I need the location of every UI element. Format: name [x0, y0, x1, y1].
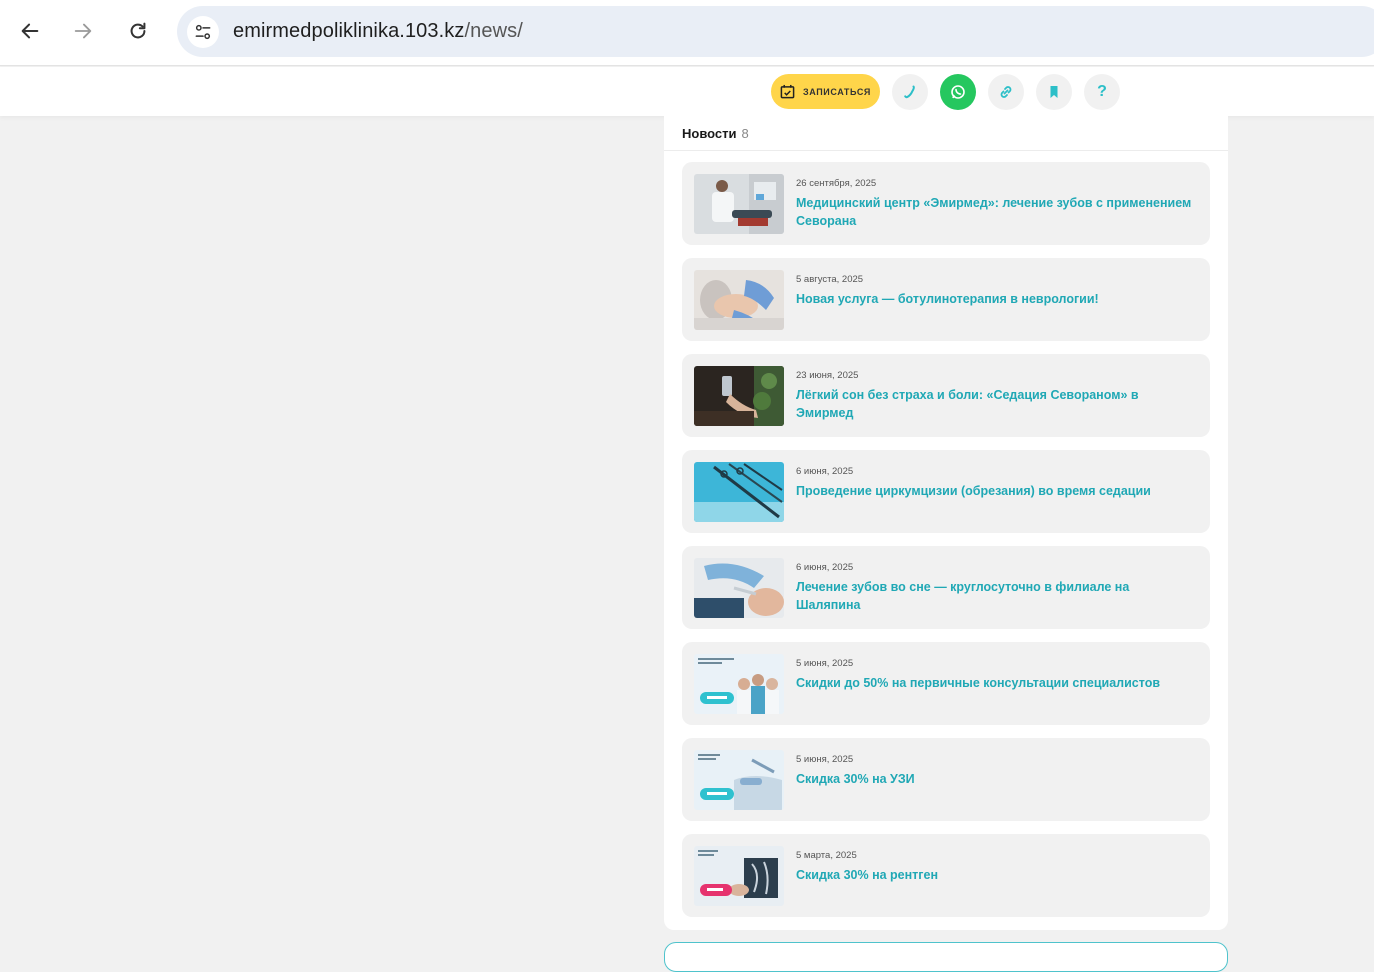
- news-date: 5 августа, 2025: [796, 274, 864, 285]
- whatsapp-icon: [951, 85, 965, 99]
- news-thumbnail[interactable]: [694, 462, 784, 522]
- news-date: 6 июня, 2025: [796, 562, 854, 573]
- help-button[interactable]: ?: [1084, 74, 1120, 110]
- news-title-link[interactable]: Проведение циркумцизии (обрезания) во вр…: [796, 482, 1196, 500]
- bookmark-button[interactable]: [1036, 74, 1072, 110]
- next-section-card: [664, 942, 1228, 972]
- news-title-link[interactable]: Скидки до 50% на первичные консультации …: [796, 674, 1196, 692]
- reload-button[interactable]: [121, 14, 155, 48]
- share-link-button[interactable]: [988, 74, 1024, 110]
- news-item[interactable]: 23 июня, 2025 Лёгкий сон без страха и бо…: [682, 354, 1210, 437]
- url-path: /news/: [464, 20, 523, 42]
- news-date: 5 июня, 2025: [796, 754, 854, 765]
- arrow-left-icon: [21, 23, 39, 39]
- back-button[interactable]: [13, 14, 47, 48]
- news-heading: Новости: [682, 125, 737, 141]
- news-date: 26 сентября, 2025: [796, 178, 877, 189]
- injection-photo-image: [694, 270, 784, 330]
- news-item[interactable]: 6 июня, 2025 Проведение циркумцизии (обр…: [682, 450, 1210, 533]
- phone-button[interactable]: [892, 74, 928, 110]
- bookmark-icon: [1050, 86, 1058, 98]
- news-item[interactable]: 5 августа, 2025 Новая услуга — ботулинот…: [682, 258, 1210, 341]
- browser-toolbar: emirmedpoliklinika.103.kz/news/: [0, 0, 1374, 66]
- news-count: 8: [741, 125, 749, 141]
- site-settings-button[interactable]: [187, 15, 219, 48]
- link-icon: [1000, 86, 1012, 98]
- book-appointment-button[interactable]: ЗАПИСАТЬСЯ: [771, 74, 880, 109]
- news-title-link[interactable]: Новая услуга — ботулинотерапия в невроло…: [796, 290, 1196, 308]
- news-title-link[interactable]: Лечение зубов во сне — круглосуточно в ф…: [796, 578, 1196, 614]
- dentist-photo-image: [694, 174, 784, 234]
- news-thumbnail[interactable]: [694, 366, 784, 426]
- ultrasound-promo-image: [694, 750, 784, 810]
- news-item[interactable]: 5 марта, 2025 Скидка 30% на рентген: [682, 834, 1210, 917]
- instruments-photo-image: [694, 462, 784, 522]
- news-item[interactable]: 5 июня, 2025 Скидки до 50% на первичные …: [682, 642, 1210, 725]
- news-title-link[interactable]: Медицинский центр «Эмирмед»: лечение зуб…: [796, 194, 1196, 230]
- reload-icon: [130, 22, 146, 39]
- address-bar[interactable]: emirmedpoliklinika.103.kz/news/: [177, 6, 1374, 57]
- news-date: 23 июня, 2025: [796, 370, 859, 381]
- dental-treatment-photo-image: [694, 558, 784, 618]
- news-thumbnail[interactable]: [694, 270, 784, 330]
- news-thumbnail[interactable]: [694, 750, 784, 810]
- phone-icon: [904, 85, 915, 99]
- url-host: emirmedpoliklinika.103.kz: [233, 20, 465, 42]
- sedation-photo-image: [694, 366, 784, 426]
- news-panel: Новости 8 26 сентября, 2025 Медицинский …: [664, 116, 1228, 930]
- forward-button[interactable]: [66, 14, 100, 48]
- whatsapp-button[interactable]: [940, 74, 976, 110]
- news-thumbnail[interactable]: [694, 174, 784, 234]
- question-icon: ?: [1097, 83, 1107, 100]
- news-thumbnail[interactable]: [694, 558, 784, 618]
- news-header: Новости 8: [664, 116, 1228, 151]
- arrow-right-icon: [74, 23, 92, 39]
- news-title-link[interactable]: Скидка 30% на УЗИ: [796, 770, 1196, 788]
- xray-promo-image: [694, 846, 784, 906]
- site-header: ЗАПИСАТЬСЯ ?: [0, 67, 1374, 116]
- news-thumbnail[interactable]: [694, 654, 784, 714]
- news-title-link[interactable]: Лёгкий сон без страха и боли: «Седация С…: [796, 386, 1196, 422]
- book-appointment-label: ЗАПИСАТЬСЯ: [803, 86, 871, 97]
- news-date: 5 марта, 2025: [796, 850, 857, 861]
- news-thumbnail[interactable]: [694, 846, 784, 906]
- news-date: 6 июня, 2025: [796, 466, 854, 477]
- news-date: 5 июня, 2025: [796, 658, 854, 669]
- news-list: 26 сентября, 2025 Медицинский центр «Эми…: [682, 162, 1210, 930]
- url-text: emirmedpoliklinika.103.kz/news/: [233, 20, 523, 43]
- tune-icon: [195, 24, 211, 39]
- calendar-icon: [780, 84, 795, 99]
- news-item[interactable]: 5 июня, 2025 Скидка 30% на УЗИ: [682, 738, 1210, 821]
- news-title-link[interactable]: Скидка 30% на рентген: [796, 866, 1196, 884]
- news-item[interactable]: 6 июня, 2025 Лечение зубов во сне — круг…: [682, 546, 1210, 629]
- doctors-promo-image: [694, 654, 784, 714]
- news-item[interactable]: 26 сентября, 2025 Медицинский центр «Эми…: [682, 162, 1210, 245]
